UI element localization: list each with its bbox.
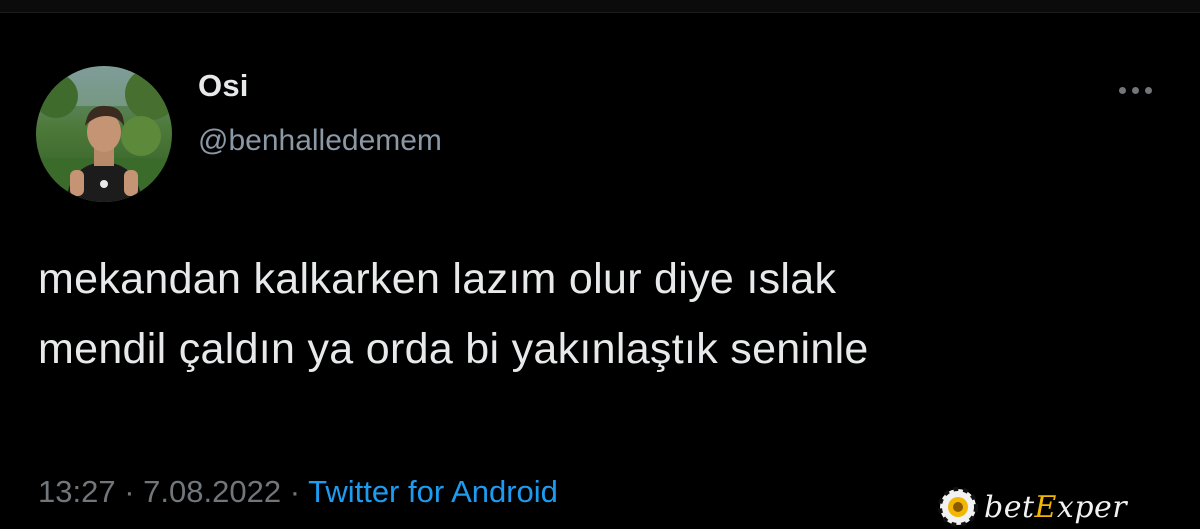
watermark-prefix: bet <box>984 489 1035 525</box>
tweet-time[interactable]: 13:27 <box>38 474 116 509</box>
tweet-source-link[interactable]: Twitter for Android <box>308 474 558 509</box>
meta-separator-1: · <box>124 474 135 509</box>
dot-3 <box>1144 86 1152 94</box>
watermark-accent: E <box>1034 489 1057 525</box>
dot-1 <box>1118 86 1126 94</box>
display-name[interactable]: Osi <box>198 68 249 104</box>
meta-separator-2: · <box>289 474 301 509</box>
dot-2 <box>1131 86 1139 94</box>
profile-photo-image <box>36 66 172 202</box>
watermark-suffix: xper <box>1056 489 1128 525</box>
avatar[interactable] <box>36 66 172 202</box>
more-dots-icon[interactable] <box>1110 78 1160 102</box>
tweet-card: Osi @benhalledemem mekandan kalkarken la… <box>0 0 1200 529</box>
tweet-text-line-1: mekandan kalkarken lazım olur diye ıslak <box>38 255 837 303</box>
poker-chip-icon <box>938 487 978 527</box>
tweet-text: mekandan kalkarken lazım olur diye ıslak… <box>38 244 1158 384</box>
tweet-meta: 13:27 · 7.08.2022 · Twitter for Android <box>38 474 558 510</box>
tweet-text-line-2: mendil çaldın ya orda bi yakınlaştık sen… <box>38 325 869 373</box>
tweet-date[interactable]: 7.08.2022 <box>143 474 281 509</box>
user-handle[interactable]: @benhalledemem <box>198 124 442 158</box>
watermark-text: betExper <box>984 490 1127 525</box>
betexper-watermark: betExper <box>938 486 1127 528</box>
